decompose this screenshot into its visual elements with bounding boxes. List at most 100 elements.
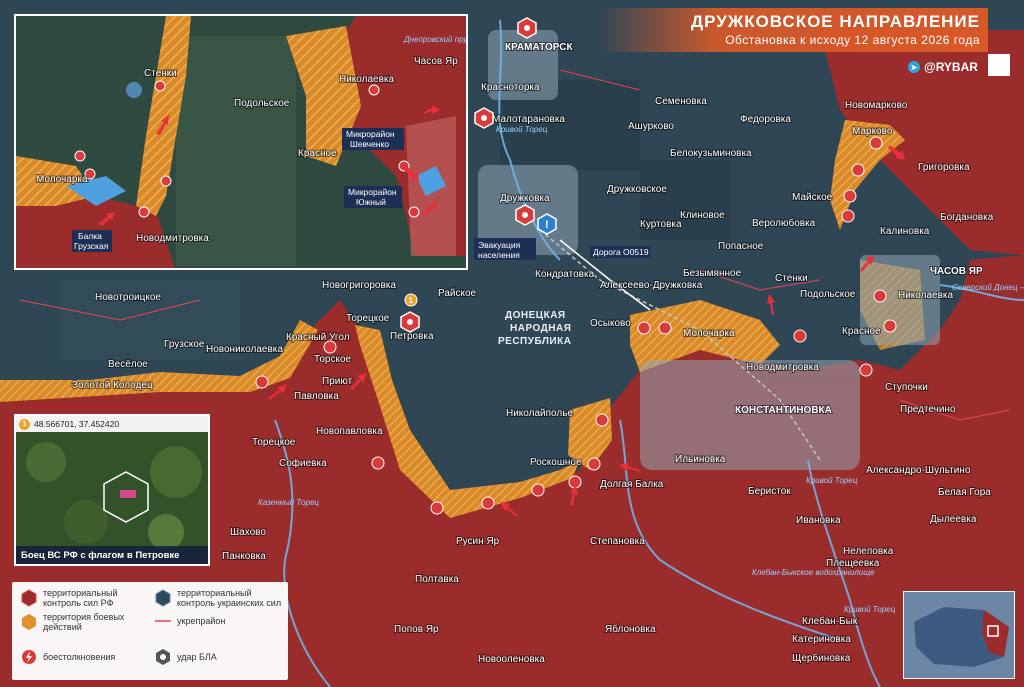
svg-text:Семеновка: Семеновка: [655, 96, 707, 107]
svg-text:Роскошное: Роскошное: [530, 457, 582, 468]
svg-text:Предтечино: Предтечино: [900, 404, 956, 415]
telegram-icon: ➤: [908, 61, 920, 73]
svg-text:Ступочки: Ступочки: [885, 382, 928, 393]
inset-settlement-1: Стенки: [144, 68, 177, 79]
region-label-1: ДОНЕЦКАЯ: [505, 310, 566, 321]
svg-text:Щербиновка: Щербиновка: [792, 652, 851, 664]
svg-text:Николаевка: Николаевка: [898, 290, 954, 301]
svg-text:Клебан-Бык: Клебан-Бык: [802, 615, 858, 627]
svg-text:Попов Яр: Попов Яр: [394, 624, 439, 635]
photo-coords: 48.566701, 37.452420: [34, 419, 120, 429]
inset-pond-label: Днепровский пруд: [403, 35, 468, 44]
evacuation-marker[interactable]: !: [537, 213, 557, 235]
legend-ukrainian-control: территориальный контроль украинских сил: [154, 588, 286, 608]
svg-text:Марково: Марково: [852, 126, 893, 137]
inset-settlement-3: Николаевка: [339, 74, 395, 85]
inset-settlement-4: Часов Яр: [414, 56, 458, 67]
evacuation-label: Эвакуация: [478, 240, 521, 250]
region-label-3: РЕСПУБЛИКА: [498, 336, 571, 347]
svg-text:Кондратовка: Кондратовка: [535, 269, 595, 280]
svg-text:Степановка: Степановка: [590, 536, 645, 547]
inset-balka-2: Грузская: [74, 241, 109, 251]
inset-mkr-shevchenko-2: Шевченко: [350, 139, 389, 149]
svg-text:Петровка: Петровка: [390, 331, 434, 342]
qr-code[interactable]: [988, 54, 1010, 76]
svg-text:Торецкое: Торецкое: [346, 313, 390, 324]
clash-icon: [22, 650, 36, 664]
svg-text:Весёлое: Весёлое: [108, 359, 148, 370]
combat-zone-icon: [22, 614, 36, 630]
fortification-icon: [155, 620, 171, 622]
svg-text:Григоровка: Григоровка: [918, 162, 970, 173]
svg-text:Малотарановка: Малотарановка: [492, 114, 565, 125]
svg-text:Алексеево-Дружковка: Алексеево-Дружковка: [600, 280, 703, 291]
svg-text:Осыково: Осыково: [590, 318, 631, 329]
legend-drone-strike: удар БЛА: [154, 648, 286, 666]
svg-text:Дружковка: Дружковка: [500, 193, 550, 204]
svg-text:Веролюбовка: Веролюбовка: [752, 217, 816, 229]
svg-text:Новомарково: Новомарково: [845, 100, 908, 111]
svg-text:Ашурково: Ашурково: [628, 121, 674, 132]
svg-text:Кривой Торец: Кривой Торец: [496, 125, 548, 134]
inset-settlement-6: Молочарка: [36, 174, 88, 185]
svg-text:Попасное: Попасное: [718, 241, 764, 252]
svg-text:Клиновое: Клиновое: [680, 210, 725, 221]
svg-text:Дылеевка: Дылеевка: [930, 514, 977, 525]
svg-text:Нелеповка: Нелеповка: [843, 546, 894, 557]
svg-text:Русин Яр: Русин Яр: [456, 536, 500, 547]
svg-text:Николайполье: Николайполье: [506, 408, 573, 419]
inset-settlement-2: Подольское: [234, 98, 290, 109]
svg-text:Молочарка: Молочарка: [683, 328, 735, 339]
svg-text:Беристок: Беристок: [748, 486, 791, 497]
svg-text:Федоровка: Федоровка: [740, 114, 791, 125]
photo-coords-bar: 1 48.566701, 37.452420: [16, 416, 208, 432]
svg-text:Белая Гора: Белая Гора: [938, 487, 991, 498]
brand[interactable]: ➤ @RYBAR: [908, 58, 983, 76]
header-banner: ДРУЖКОВСКОЕ НАПРАВЛЕНИЕ Обстановка к исх…: [598, 8, 988, 52]
svg-text:Долгая Балка: Долгая Балка: [600, 479, 664, 490]
legend-russian-control: территориальный контроль сил РФ: [20, 588, 150, 608]
svg-text:Красный Угол: Красный Угол: [286, 332, 350, 343]
inset-settlement-7: Новодмитровка: [136, 233, 209, 244]
region-label-2: НАРОДНАЯ: [510, 323, 571, 334]
photo-caption: Боец ВС РФ с флагом в Петровке: [16, 546, 208, 564]
drone-icon: [156, 649, 170, 665]
svg-text:Павловка: Павловка: [294, 391, 339, 402]
svg-text:!: !: [545, 219, 549, 231]
svg-text:Белокузьминовка: Белокузьминовка: [670, 148, 752, 159]
svg-text:Калиновка: Калиновка: [880, 226, 930, 237]
svg-text:Ильиновка: Ильиновка: [675, 454, 726, 465]
svg-text:Шахово: Шахово: [230, 527, 266, 538]
inset-settlement-5: Красное: [298, 148, 337, 159]
svg-text:Грузское: Грузское: [164, 339, 205, 350]
svg-text:Новотроицкое: Новотроицкое: [95, 292, 161, 303]
inset-map[interactable]: Стенки Подольское Николаевка Часов Яр Кр…: [14, 14, 468, 270]
svg-text:Полтавка: Полтавка: [415, 574, 459, 585]
brand-handle: @RYBAR: [924, 60, 978, 74]
legend-combat-zone: территория боевых действий: [20, 612, 150, 632]
svg-text:Ивановка: Ивановка: [796, 515, 841, 526]
svg-text:Катериновка: Катериновка: [792, 634, 851, 645]
svg-text:Дружковское: Дружковское: [607, 184, 667, 195]
svg-text:Софиевка: Софиевка: [279, 457, 327, 469]
city-kramatorsk: КРАМАТОРСК: [505, 42, 573, 53]
svg-text:Куртовка: Куртовка: [640, 219, 682, 230]
svg-text:1: 1: [409, 296, 414, 305]
svg-text:Красное: Красное: [842, 326, 881, 337]
svg-text:Подольское: Подольское: [800, 289, 856, 300]
svg-text:Приют: Приют: [322, 376, 353, 387]
svg-text:Стенки: Стенки: [775, 273, 808, 284]
inset-mkr-shevchenko: Микрорайон: [346, 129, 395, 139]
svg-text:Богдановка: Богдановка: [940, 212, 994, 223]
minimap[interactable]: [903, 591, 1015, 679]
svg-text:Новониколаевка: Новониколаевка: [206, 344, 283, 355]
legend: территориальный контроль сил РФ территор…: [12, 582, 288, 680]
svg-text:Новооленовка: Новооленовка: [478, 654, 545, 665]
svg-text:Новопавловка: Новопавловка: [316, 426, 383, 437]
svg-text:Майское: Майское: [792, 192, 833, 203]
road-label: Дорога О0519: [593, 247, 649, 257]
svg-text:Новодмитровка: Новодмитровка: [746, 362, 819, 373]
numbered-marker-1[interactable]: 1: [404, 293, 418, 307]
photo-inset[interactable]: 1 48.566701, 37.452420 Боец ВС РФ с флаг…: [14, 414, 210, 566]
legend-clashes: боестолкновения: [20, 648, 150, 666]
